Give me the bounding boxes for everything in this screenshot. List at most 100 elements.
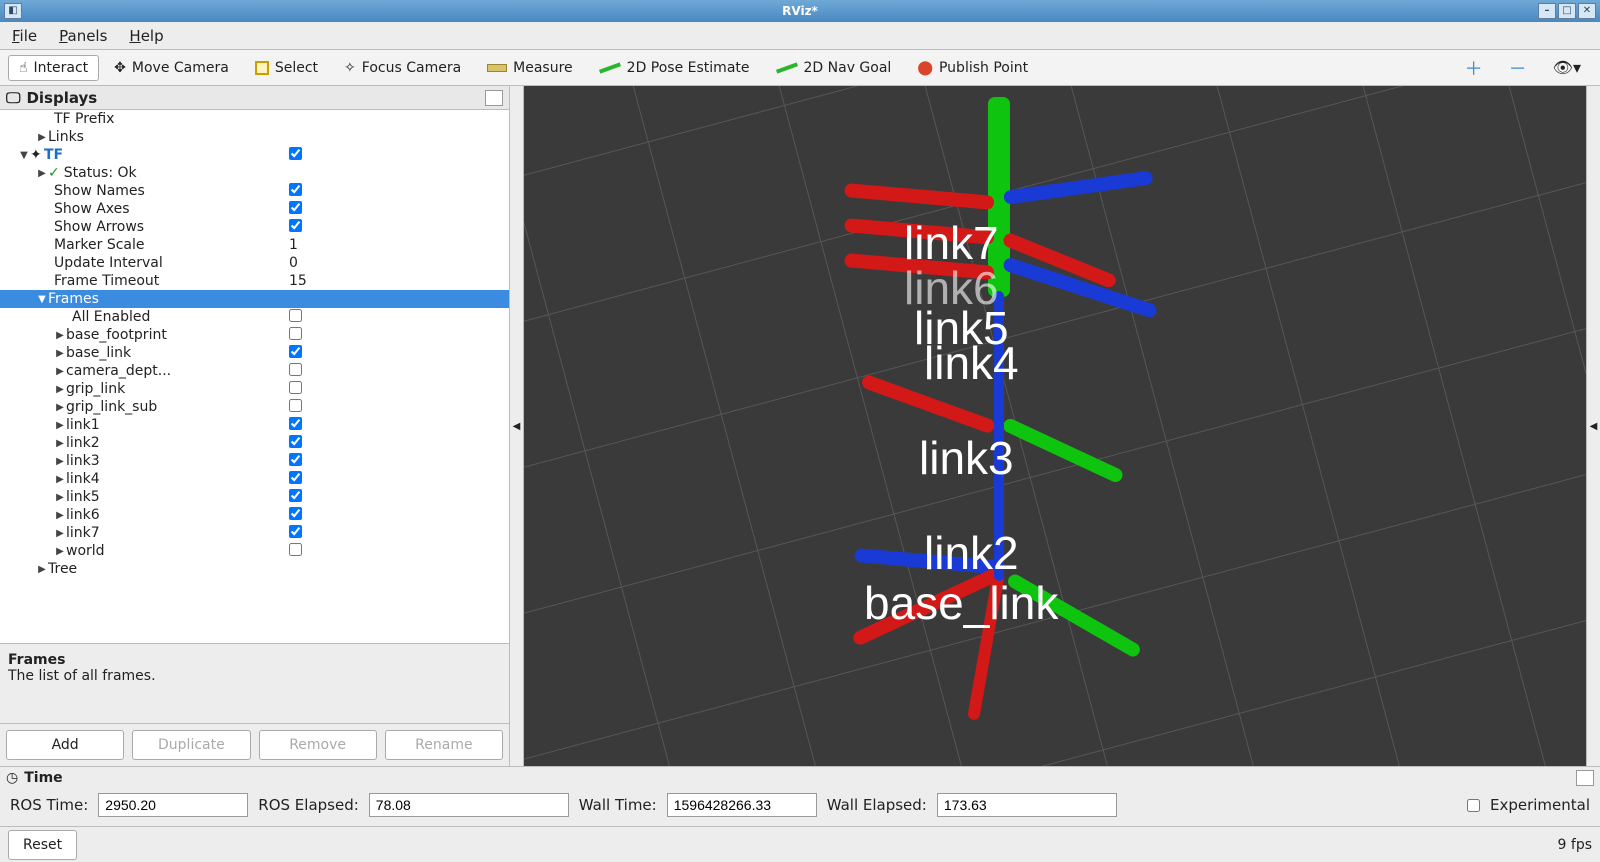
base-footprint-checkbox[interactable] [289,327,302,340]
frame-label-link2: link2 [924,526,1019,580]
tree-item-tf-prefix[interactable]: TF Prefix [0,110,509,128]
tree-item-base-link[interactable]: ▶base_link [0,344,509,362]
displays-tree[interactable]: TF Prefix ▶Links ▼✦TF ▶✓Status: Ok Show … [0,110,509,643]
ros-elapsed-field[interactable] [369,793,569,817]
fps-display: 9 fps [1558,837,1592,853]
remove-display-button[interactable]: － [1498,50,1538,86]
menu-help[interactable]: Help [129,27,163,45]
pose-estimate-button[interactable]: 2D Pose Estimate [588,55,761,81]
tree-item-all-enabled[interactable]: All Enabled [0,308,509,326]
close-button[interactable]: ✕ [1578,3,1596,19]
move-camera-button[interactable]: ✥ Move Camera [103,55,240,81]
link4-checkbox[interactable] [289,471,302,484]
tree-item-base-footprint[interactable]: ▶base_footprint [0,326,509,344]
measure-button[interactable]: Measure [476,55,584,81]
menu-panels[interactable]: Panels [59,27,107,45]
menu-file[interactable]: File [12,27,37,45]
select-label: Select [275,60,318,76]
measure-label: Measure [513,60,573,76]
tree-item-grip-link[interactable]: ▶grip_link [0,380,509,398]
tree-item-camera-dept[interactable]: ▶camera_dept... [0,362,509,380]
wall-elapsed-field[interactable] [937,793,1117,817]
nav-goal-button[interactable]: 2D Nav Goal [765,55,903,81]
select-button[interactable]: Select [244,55,329,81]
tf-checkbox[interactable] [289,147,302,160]
link1-checkbox[interactable] [289,417,302,430]
remove-button[interactable]: Remove [259,730,377,760]
publish-point-button[interactable]: ⬤ Publish Point [906,55,1039,81]
interact-button[interactable]: ☝ Interact [8,55,99,81]
rename-button[interactable]: Rename [385,730,503,760]
tree-item-tree[interactable]: ▶Tree [0,560,509,578]
grip-link-checkbox[interactable] [289,381,302,394]
link5-checkbox[interactable] [289,489,302,502]
tree-item-link6[interactable]: ▶link6 [0,506,509,524]
camera-dept-checkbox[interactable] [289,363,302,376]
ruler-icon [487,64,507,72]
tree-item-frame-timeout[interactable]: Frame Timeout15 [0,272,509,290]
tree-item-show-names[interactable]: Show Names [0,182,509,200]
wall-time-field[interactable] [667,793,817,817]
arrow-green-icon [775,62,797,73]
3d-view[interactable]: ◀ link7 link6 link5 link4 [510,86,1600,766]
tree-item-status[interactable]: ▶✓Status: Ok [0,164,509,182]
tree-item-link1[interactable]: ▶link1 [0,416,509,434]
tree-item-show-arrows[interactable]: Show Arrows [0,218,509,236]
displays-title: Displays [26,89,97,107]
tree-item-link2[interactable]: ▶link2 [0,434,509,452]
link3-checkbox[interactable] [289,453,302,466]
wall-time-label: Wall Time: [579,796,657,814]
tree-item-link3[interactable]: ▶link3 [0,452,509,470]
window-titlebar: ◧ RViz* – □ ✕ [0,0,1600,22]
show-axes-checkbox[interactable] [289,201,302,214]
nav-goal-label: 2D Nav Goal [804,60,892,76]
world-checkbox[interactable] [289,543,302,556]
monitor-icon: 🖵 [6,89,20,107]
tree-item-links[interactable]: ▶Links [0,128,509,146]
description-title: Frames [8,652,501,668]
frame-label-link4: link4 [924,336,1019,390]
ros-time-field[interactable] [98,793,248,817]
link7-checkbox[interactable] [289,525,302,538]
focus-camera-button[interactable]: ✧ Focus Camera [333,55,472,81]
link2-checkbox[interactable] [289,435,302,448]
interact-label: Interact [34,60,89,76]
show-arrows-checkbox[interactable] [289,219,302,232]
base-link-checkbox[interactable] [289,345,302,358]
tree-item-link7[interactable]: ▶link7 [0,524,509,542]
panel-restore-button[interactable] [485,90,503,106]
tree-item-update-interval[interactable]: Update Interval0 [0,254,509,272]
menubar: File Panels Help [0,22,1600,50]
tree-item-show-axes[interactable]: Show Axes [0,200,509,218]
experimental-label: Experimental [1490,796,1590,814]
window-title: RViz* [782,4,818,18]
link6-checkbox[interactable] [289,507,302,520]
left-splitter[interactable]: ◀ [510,86,524,766]
ros-time-label: ROS Time: [10,796,88,814]
duplicate-button[interactable]: Duplicate [132,730,250,760]
add-display-button[interactable]: ＋ [1454,50,1494,86]
tree-item-grip-link-sub[interactable]: ▶grip_link_sub [0,398,509,416]
tree-item-link4[interactable]: ▶link4 [0,470,509,488]
frame-label-link3: link3 [919,431,1014,485]
tree-item-link5[interactable]: ▶link5 [0,488,509,506]
arrow-green-icon [599,62,621,73]
focus-camera-label: Focus Camera [362,60,461,76]
time-restore-button[interactable] [1576,770,1594,786]
grip-link-sub-checkbox[interactable] [289,399,302,412]
tree-item-frames[interactable]: ▼Frames [0,290,509,308]
add-button[interactable]: Add [6,730,124,760]
tree-item-world[interactable]: ▶world [0,542,509,560]
reset-button[interactable]: Reset [8,830,77,860]
publish-point-label: Publish Point [939,60,1028,76]
displays-panel: 🖵 Displays TF Prefix ▶Links ▼✦TF ▶✓Statu… [0,86,510,766]
maximize-button[interactable]: □ [1558,3,1576,19]
right-splitter[interactable]: ◀ [1586,86,1600,766]
tree-item-tf[interactable]: ▼✦TF [0,146,509,164]
minimize-button[interactable]: – [1538,3,1556,19]
tree-item-marker-scale[interactable]: Marker Scale1 [0,236,509,254]
experimental-checkbox[interactable] [1467,799,1480,812]
show-names-checkbox[interactable] [289,183,302,196]
view-toggle-button[interactable]: 👁▾ [1542,53,1592,82]
all-enabled-checkbox[interactable] [289,309,302,322]
